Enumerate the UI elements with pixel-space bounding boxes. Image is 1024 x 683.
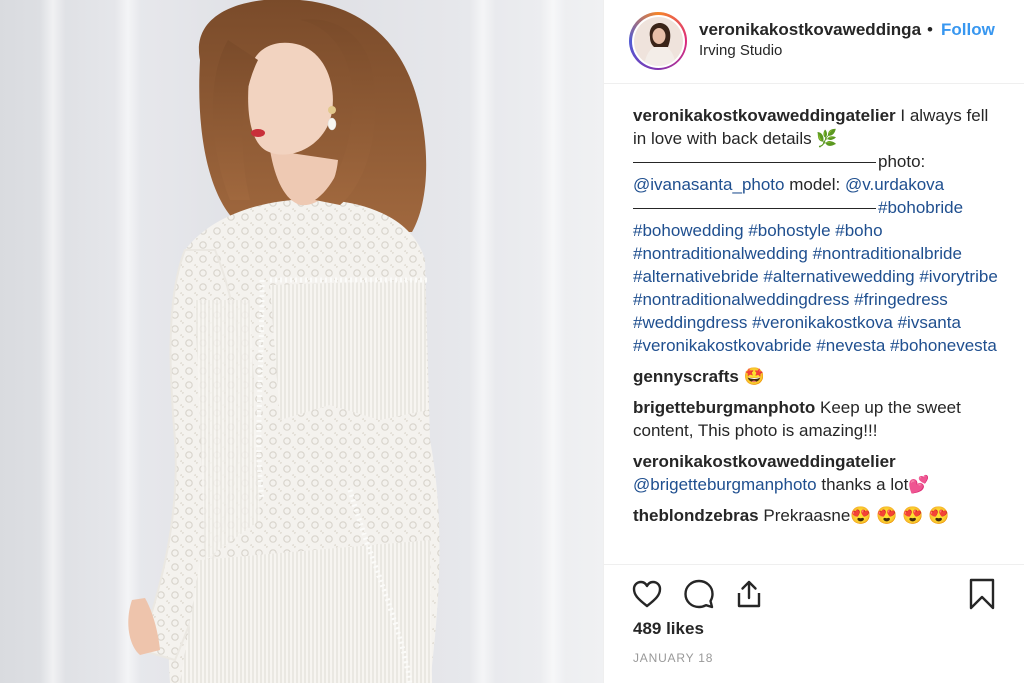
caption-text: model: [789, 175, 841, 194]
header-separator: • [927, 20, 933, 39]
comment-username[interactable]: brigetteburgmanphoto [633, 398, 815, 417]
comment-item: theblondzebras Prekraasne😍 😍 😍 😍 [633, 504, 1003, 527]
avatar[interactable] [629, 12, 687, 70]
comment-icon[interactable] [682, 577, 716, 611]
action-bar [604, 564, 1024, 622]
comment-item: brigetteburgmanphoto Keep up the sweet c… [633, 396, 1003, 442]
bookmark-icon[interactable] [965, 577, 999, 611]
location-link[interactable]: Irving Studio [699, 42, 782, 59]
comment-item: gennyscrafts 🤩 [633, 365, 1003, 388]
caption-username[interactable]: veronikakostkovaweddingatelier [633, 106, 896, 125]
caption-text: photo: [878, 152, 926, 171]
avatar-image [633, 16, 683, 66]
comment-item: veronikakostkovaweddingatelier @brigette… [633, 450, 1003, 496]
hashtags[interactable]: #bohobride #bohowedding #bohostyle #boho… [633, 198, 998, 355]
post-header: veronikakostkovaweddinga • Follow Irving… [604, 0, 1024, 84]
leaf-emoji: 🌿 [816, 129, 838, 148]
comment-text: Prekraasne😍 😍 😍 😍 [763, 506, 950, 525]
comment-username[interactable]: veronikakostkovaweddingatelier [633, 452, 896, 471]
follow-button[interactable]: Follow [941, 20, 995, 40]
comments-list[interactable]: veronikakostkovaweddingatelier I always … [633, 104, 1003, 561]
share-icon[interactable] [732, 577, 766, 611]
header-username[interactable]: veronikakostkovaweddinga [699, 20, 925, 40]
comment-text: 🤩 [743, 367, 765, 386]
post-photo[interactable] [0, 0, 603, 683]
divider-rule [633, 208, 876, 210]
bride-figure [128, 0, 440, 683]
divider-rule [633, 162, 876, 164]
comment-username[interactable]: gennyscrafts [633, 367, 739, 386]
caption: veronikakostkovaweddingatelier I always … [633, 104, 1003, 357]
likes-count[interactable]: 489 likes [633, 619, 704, 639]
comment-username[interactable]: theblondzebras [633, 506, 759, 525]
heart-icon[interactable] [630, 577, 664, 611]
post-sidebar: veronikakostkovaweddinga • Follow Irving… [603, 0, 1024, 683]
mention-link[interactable]: @brigetteburgmanphoto [633, 475, 817, 494]
post-date[interactable]: JANUARY 18 [633, 651, 713, 665]
mention-link[interactable]: @ivanasanta_photo [633, 175, 784, 194]
mention-link[interactable]: @v.urdakova [845, 175, 944, 194]
comment-text: thanks a lot💕 [821, 475, 930, 494]
